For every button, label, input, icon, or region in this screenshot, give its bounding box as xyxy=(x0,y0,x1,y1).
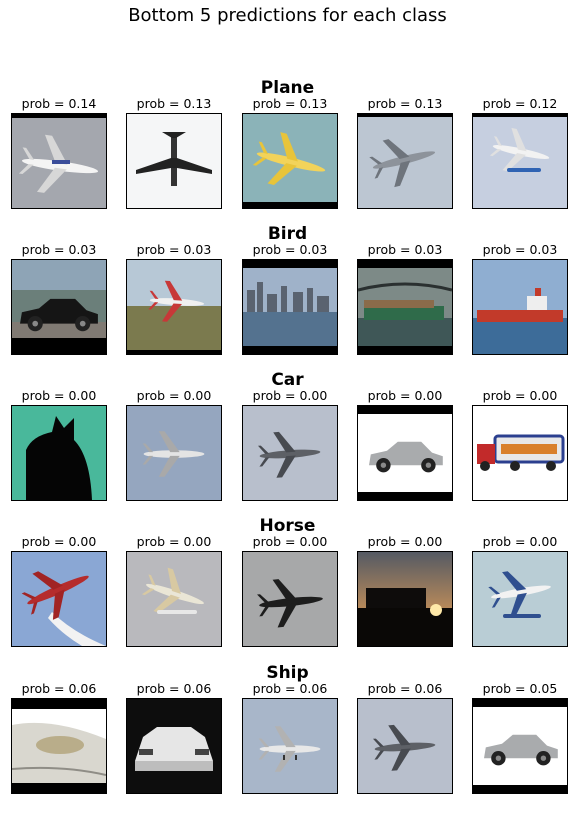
probability-label: prob = 0.00 xyxy=(367,388,443,403)
probability-label: prob = 0.00 xyxy=(482,534,558,549)
prediction-cell: prob = 0.14 xyxy=(11,96,107,209)
probability-label: prob = 0.00 xyxy=(367,534,443,549)
prediction-cell: prob = 0.03 xyxy=(242,242,338,355)
probability-label: prob = 0.06 xyxy=(367,681,443,696)
probability-label: prob = 0.03 xyxy=(367,242,443,257)
sunset-truck-icon xyxy=(357,551,453,647)
prediction-cell: prob = 0.03 xyxy=(472,242,568,355)
prediction-cell: prob = 0.13 xyxy=(126,96,222,209)
probability-label: prob = 0.06 xyxy=(136,681,212,696)
airliner-landing-icon xyxy=(242,698,338,794)
prediction-cell: prob = 0.06 xyxy=(126,681,222,794)
airliner-climb-icon xyxy=(357,113,453,209)
twin-prop-plane-icon xyxy=(357,698,453,794)
class-title-plane: Plane xyxy=(260,78,315,98)
probability-label: prob = 0.05 xyxy=(482,681,558,696)
probability-label: prob = 0.03 xyxy=(21,242,97,257)
prediction-cell: prob = 0.03 xyxy=(126,242,222,355)
truck-trailer-icon xyxy=(472,405,568,501)
probability-label: prob = 0.14 xyxy=(21,96,97,111)
prediction-cell: prob = 0.00 xyxy=(126,388,222,501)
silver-sportscar-icon xyxy=(472,698,568,794)
bomber-silhouette-icon xyxy=(242,551,338,647)
probability-label: prob = 0.00 xyxy=(21,388,97,403)
prediction-cell: prob = 0.00 xyxy=(11,388,107,501)
prediction-cell: prob = 0.12 xyxy=(472,96,568,209)
probability-label: prob = 0.13 xyxy=(252,96,328,111)
prediction-cell: prob = 0.00 xyxy=(472,534,568,647)
probability-label: prob = 0.03 xyxy=(252,242,328,257)
blue-seaplane-icon xyxy=(472,551,568,647)
prediction-cell: prob = 0.00 xyxy=(242,388,338,501)
airliner-white-sky-icon xyxy=(126,113,222,209)
probability-label: prob = 0.03 xyxy=(482,242,558,257)
prediction-cell: prob = 0.03 xyxy=(357,242,453,355)
class-title-car: Car xyxy=(271,370,304,390)
prediction-cell: prob = 0.13 xyxy=(242,96,338,209)
car-headlight-icon xyxy=(11,698,107,794)
probability-label: prob = 0.00 xyxy=(136,388,212,403)
airliner-gray-sky-icon xyxy=(11,113,107,209)
class-title-ship: Ship xyxy=(266,663,309,683)
city-harbor-icon xyxy=(242,259,338,355)
prediction-cell: prob = 0.00 xyxy=(357,388,453,501)
cargo-ship-bridge-icon xyxy=(357,259,453,355)
probability-label: prob = 0.03 xyxy=(136,242,212,257)
probability-label: prob = 0.06 xyxy=(21,681,97,696)
silver-sportscar-icon xyxy=(357,405,453,501)
airliner-blue-sky-icon xyxy=(126,405,222,501)
prediction-cell: prob = 0.00 xyxy=(11,534,107,647)
prediction-cell: prob = 0.06 xyxy=(11,681,107,794)
probability-label: prob = 0.06 xyxy=(252,681,328,696)
prediction-cell: prob = 0.03 xyxy=(11,242,107,355)
probability-label: prob = 0.00 xyxy=(482,388,558,403)
probability-label: prob = 0.00 xyxy=(252,388,328,403)
probability-label: prob = 0.13 xyxy=(367,96,443,111)
prediction-cell: prob = 0.00 xyxy=(242,534,338,647)
probability-label: prob = 0.00 xyxy=(136,534,212,549)
twin-prop-plane-icon xyxy=(242,405,338,501)
prediction-cell: prob = 0.13 xyxy=(357,96,453,209)
probability-label: prob = 0.13 xyxy=(136,96,212,111)
floatplane-icon xyxy=(126,551,222,647)
probability-label: prob = 0.12 xyxy=(482,96,558,111)
probability-label: prob = 0.00 xyxy=(252,534,328,549)
red-stunt-plane-icon xyxy=(11,551,107,647)
seaplane-icon xyxy=(472,113,568,209)
prediction-cell: prob = 0.00 xyxy=(357,534,453,647)
probability-label: prob = 0.00 xyxy=(21,534,97,549)
prediction-cell: prob = 0.00 xyxy=(472,388,568,501)
figure-title: Bottom 5 predictions for each class xyxy=(128,5,447,26)
prediction-cell: prob = 0.06 xyxy=(357,681,453,794)
prediction-cell: prob = 0.00 xyxy=(126,534,222,647)
class-title-bird: Bird xyxy=(267,224,308,244)
black-cat-icon xyxy=(11,405,107,501)
yellow-propplane-icon xyxy=(242,113,338,209)
black-car-icon xyxy=(11,259,107,355)
prediction-cell: prob = 0.06 xyxy=(242,681,338,794)
seaplane-on-grass-icon xyxy=(126,259,222,355)
prediction-cell: prob = 0.05 xyxy=(472,681,568,794)
white-sportscar-front-icon xyxy=(126,698,222,794)
class-title-horse: Horse xyxy=(259,516,316,536)
red-tanker-ship-icon xyxy=(472,259,568,355)
